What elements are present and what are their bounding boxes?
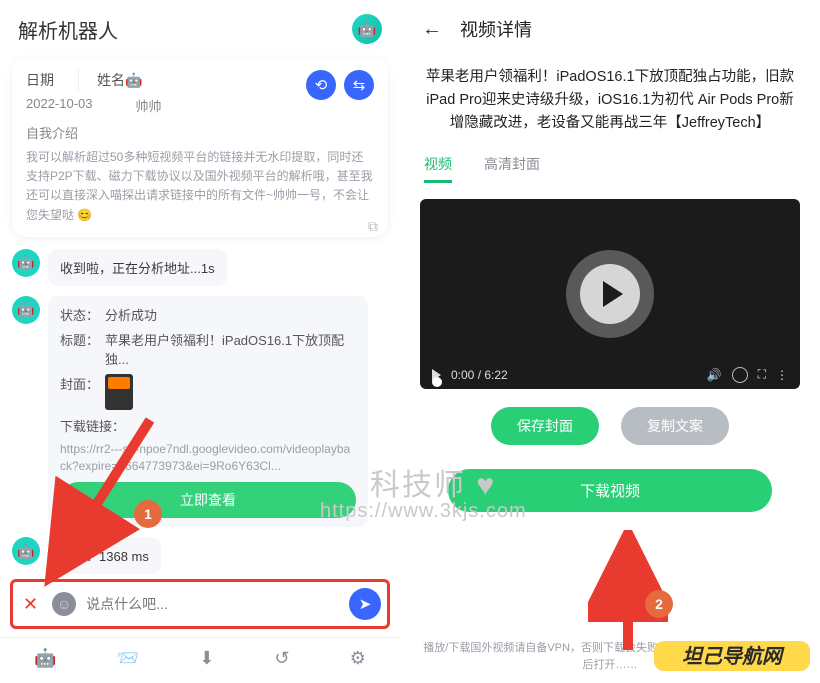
back-icon[interactable]: ← xyxy=(422,18,442,41)
play-button-outer[interactable] xyxy=(566,250,654,338)
tab-hd-cover[interactable]: 高清封面 xyxy=(484,154,540,183)
fullscreen-icon[interactable]: ⛶ xyxy=(758,367,766,382)
share-button[interactable]: ⇆ xyxy=(344,70,374,100)
chat-panel: 解析机器人 🤖 ⟲ ⇆ 日期 姓名🤖 2022-10-03 帅帅 自我介绍 我可… xyxy=(0,0,400,683)
settings-icon[interactable] xyxy=(732,367,748,383)
player-controls: 0:00 / 6:22 🔊 ⛶ ⋮ xyxy=(420,367,800,383)
emoji-icon[interactable]: ☺ xyxy=(52,592,76,616)
date-value: 2022-10-03 xyxy=(26,96,93,115)
volume-icon[interactable]: 🔊 xyxy=(707,368,722,382)
send-button[interactable]: ➤ xyxy=(349,588,381,620)
detail-header: ← 视频详情 xyxy=(418,0,802,52)
message-input-bar: ✕ ☺ ➤ xyxy=(10,579,390,629)
annotation-badge-2: 2 xyxy=(645,590,673,618)
player-time: 0:00 / 6:22 xyxy=(451,368,508,382)
tab-history-icon[interactable]: ↺ xyxy=(274,648,289,669)
progress-handle[interactable] xyxy=(432,377,442,387)
message-bubble: 耗时：1368 ms xyxy=(48,537,161,574)
footer-note: 播放/下载国外视频请自备VPN，否则下载会失败；……后连接，否则连接vpn后打开… xyxy=(418,640,802,673)
chat-messages: 🤖 收到啦，正在分析地址...1s ⧉ 🤖 状态：分析成功 标题：苹果老用户领福… xyxy=(0,245,400,579)
download-video-button[interactable]: 下载视频 xyxy=(448,469,772,512)
refresh-button[interactable]: ⟲ xyxy=(306,70,336,100)
robot-icon: 🤖 xyxy=(12,537,40,565)
robot-icon: 🤖 xyxy=(12,249,40,277)
self-intro-body: 我可以解析超过50多种短视频平台的链接并无水印提取，同时还支持P2P下载、磁力下… xyxy=(26,148,374,225)
copy-text-button[interactable]: 复制文案 xyxy=(621,407,729,445)
tab-video[interactable]: 视频 xyxy=(424,154,452,183)
detail-title: 视频详情 xyxy=(460,16,532,42)
detail-panel: ← 视频详情 苹果老用户领福利！iPadOS16.1下放顶配独占功能，旧款iPa… xyxy=(400,0,820,683)
tab-inbox-icon[interactable]: 📨 xyxy=(117,648,139,669)
name-value: 帅帅 xyxy=(117,96,162,115)
bot-avatar-icon[interactable]: 🤖 xyxy=(352,14,382,44)
tab-robot-icon[interactable]: 🤖 xyxy=(34,648,56,669)
intro-card: ⟲ ⇆ 日期 姓名🤖 2022-10-03 帅帅 自我介绍 我可以解析超过50多… xyxy=(12,58,388,237)
view-now-button[interactable]: 立即查看 xyxy=(60,482,356,518)
elapsed-key: 耗时： xyxy=(60,549,99,564)
message-row: 🤖 收到啦，正在分析地址...1s xyxy=(12,249,388,286)
title-key: 标题： xyxy=(60,330,99,349)
message-bubble: 收到啦，正在分析地址...1s xyxy=(48,249,227,286)
result-bubble: 状态： 分析成功 标题： 苹果老用户领福利！iPadOS16.1下放顶配独... 封… xyxy=(48,296,368,528)
link-key: 下载链接： xyxy=(60,416,125,435)
message-input[interactable] xyxy=(86,596,339,612)
annotation-badge-1: 1 xyxy=(134,500,162,528)
name-label: 姓名🤖 xyxy=(78,70,142,90)
status-value: 分析成功 xyxy=(105,305,157,324)
download-link[interactable]: https://rr2---sn-npoe7ndl.googlevideo.co… xyxy=(60,441,356,475)
detail-tabs: 视频 高清封面 xyxy=(418,154,802,193)
video-player[interactable]: 0:00 / 6:22 🔊 ⛶ ⋮ xyxy=(420,199,800,389)
robot-icon: 🤖 xyxy=(12,296,40,324)
message-row: 🤖 状态： 分析成功 标题： 苹果老用户领福利！iPadOS16.1下放顶配独...… xyxy=(12,296,388,528)
elapsed-value: 1368 ms xyxy=(99,549,149,564)
cover-thumbnail[interactable] xyxy=(105,374,133,410)
date-label: 日期 xyxy=(26,70,54,90)
chat-header-title: 解析机器人 xyxy=(18,15,118,44)
message-row: 🤖 耗时：1368 ms xyxy=(12,537,388,574)
save-cover-button[interactable]: 保存封面 xyxy=(491,407,599,445)
bottom-tabbar: 🤖 📨 ⬇ ↺ ⚙ xyxy=(0,637,400,683)
play-icon xyxy=(603,281,623,307)
cover-key: 封面： xyxy=(60,374,99,393)
chat-header: 解析机器人 🤖 xyxy=(0,0,400,54)
more-icon[interactable]: ⋮ xyxy=(776,368,788,382)
video-title: 苹果老用户领福利！iPadOS16.1下放顶配独占功能，旧款iPad Pro迎来… xyxy=(418,52,802,154)
tab-settings-icon[interactable]: ⚙ xyxy=(350,648,366,669)
status-key: 状态： xyxy=(60,305,99,324)
action-row: 保存封面 复制文案 xyxy=(418,407,802,445)
tab-download-icon[interactable]: ⬇ xyxy=(199,648,214,669)
title-value: 苹果老用户领福利！iPadOS16.1下放顶配独... xyxy=(105,330,356,368)
self-intro-label: 自我介绍 xyxy=(26,123,374,142)
close-icon[interactable]: ✕ xyxy=(19,594,42,615)
